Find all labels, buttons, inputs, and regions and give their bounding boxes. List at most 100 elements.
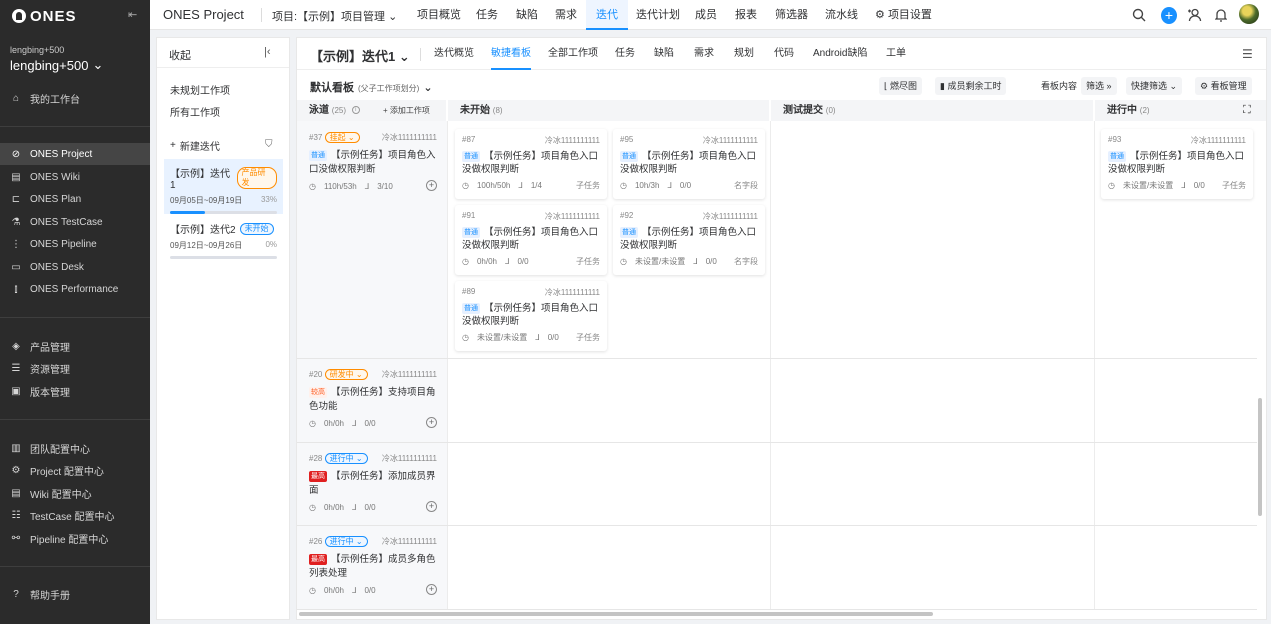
item-title[interactable]: 【示例任务】成员多角色列表处理 <box>309 554 436 579</box>
add-member-icon[interactable] <box>1187 7 1203 23</box>
item-title[interactable]: 【示例任务】项目角色入口没做权限判断 <box>309 150 436 175</box>
sidebar-item-ones-desk[interactable]: ▭ ONES Desk <box>0 256 150 278</box>
sidebar-item-team-config[interactable]: ▥ 团队配置中心 <box>0 437 150 459</box>
board-selector[interactable]: 默认看板 (父子工作项划分) ⌄ <box>310 79 433 95</box>
info-icon[interactable]: i <box>351 106 360 115</box>
unplanned-items-link[interactable]: 未规划工作项 <box>170 82 230 97</box>
tab-requirement[interactable]: 需求 <box>555 0 577 30</box>
gear-icon: ⚙ <box>1200 81 1209 91</box>
work-item-card[interactable]: #95 冷冰1111111111 普通 【示例任务】项目角色入口没做权限判断 ◷ 10… <box>613 129 765 199</box>
sidebar-item-pipeline-config[interactable]: ⚯ Pipeline 配置中心 <box>0 527 150 549</box>
tab-task[interactable]: 任务 <box>476 0 498 30</box>
member-remaining-hours-button[interactable]: ▮ 成员剩余工时 <box>935 77 1007 95</box>
work-item-card[interactable]: #89 冷冰1111111111 普通 【示例任务】项目角色入口没做权限判断 ◷ 未设… <box>455 281 607 351</box>
work-item-card[interactable]: #87 冷冰1111111111 普通 【示例任务】项目角色入口没做权限判断 ◷ 10… <box>455 129 607 199</box>
tab-pipeline[interactable]: 流水线 <box>825 0 858 30</box>
home-icon: ⌂ <box>12 92 20 104</box>
add-subtask-icon[interactable]: + <box>426 417 437 428</box>
tab-project-settings[interactable]: ⚙ 项目设置 <box>875 0 932 30</box>
sidebar-item-version-manage[interactable]: ▣ 版本管理 <box>0 380 150 402</box>
tab-iteration-overview[interactable]: 迭代概览 <box>434 38 474 70</box>
tab-defect[interactable]: 缺陷 <box>516 0 538 30</box>
tab-overview[interactable]: 项目概览 <box>417 0 461 30</box>
search-icon[interactable] <box>1131 7 1147 23</box>
sidebar-item-ones-testcase[interactable]: ⚗ ONES TestCase <box>0 211 150 233</box>
sidebar-item-ones-plan[interactable]: ⊏ ONES Plan <box>0 188 150 210</box>
iteration-card[interactable]: 【示例】迭代1 产品研发 09月05日~09月19日 33% <box>164 159 283 214</box>
bell-icon[interactable] <box>1213 7 1229 23</box>
ones-logo[interactable]: ONES <box>12 6 77 26</box>
tab-defects[interactable]: 缺陷 <box>654 38 674 70</box>
fullscreen-icon[interactable]: ⛶ <box>1243 104 1251 117</box>
filter-icon[interactable]: ⛉ <box>265 139 273 150</box>
sidebar-item-ones-pipeline[interactable]: ⋮ ONES Pipeline <box>0 233 150 255</box>
add-subtask-icon[interactable]: + <box>426 180 437 191</box>
create-button[interactable]: + <box>1161 6 1177 24</box>
list-view-icon[interactable]: ☰ <box>1242 47 1253 61</box>
tab-tasks[interactable]: 任务 <box>615 38 635 70</box>
swimlane-parent-item[interactable]: #26 进行中 ⌄ 冷冰1111111111 最高 【示例任务】成员多角色列表处理… <box>309 535 437 595</box>
sidebar-item-label: ONES Plan <box>30 193 82 205</box>
add-subtask-icon[interactable]: + <box>426 501 437 512</box>
swimlane-parent-item[interactable]: #20 研发中 ⌄ 冷冰1111111111 较高 【示例任务】支持项目角色功能 … <box>309 368 437 428</box>
item-title[interactable]: 【示例任务】添加成员界面 <box>309 471 436 496</box>
iteration-card[interactable]: 【示例】迭代2 未开始 09月12日~09月26日 0% <box>164 215 283 270</box>
assignee: 冷冰1111111111 <box>381 370 437 379</box>
work-item-card[interactable]: #91 冷冰1111111111 普通 【示例任务】项目角色入口没做权限判断 ◷ 0h… <box>455 205 607 275</box>
tab-tickets[interactable]: 工单 <box>886 38 906 70</box>
tab-all-items[interactable]: 全部工作项 <box>548 38 598 70</box>
work-item-card[interactable]: #92 冷冰1111111111 普通 【示例任务】项目角色入口没做权限判断 ◷ 未设… <box>613 205 765 275</box>
burndown-button[interactable]: ⌊ 燃尽图 <box>879 77 923 95</box>
vertical-scrollbar[interactable] <box>1258 398 1262 516</box>
sidebar-item-ones-performance[interactable]: ⫾ ONES Performance <box>0 278 150 300</box>
sidebar-item-ones-wiki[interactable]: ▤ ONES Wiki <box>0 166 150 188</box>
iteration-selector[interactable]: 【示例】迭代1 ⌄ <box>310 46 410 65</box>
sidebar-item-workbench[interactable]: ⌂ 我的工作台 <box>0 87 150 109</box>
column-name: 进行中 <box>1107 105 1137 116</box>
swimlane-parent-item[interactable]: #28 进行中 ⌄ 冷冰1111111111 最高 【示例任务】添加成员界面 ◷ 0… <box>309 452 437 512</box>
sidebar-item-project-config[interactable]: ⚙ Project 配置中心 <box>0 459 150 481</box>
sidebar-item-help[interactable]: ? 帮助手册 <box>0 583 150 605</box>
sidebar-item-testcase-config[interactable]: ☷ TestCase 配置中心 <box>0 504 150 526</box>
add-work-item-button[interactable]: + 添加工作项 <box>383 100 430 121</box>
sidebar-item-ones-project[interactable]: ⊘ ONES Project <box>0 143 150 165</box>
tab-agile-board[interactable]: 敏捷看板 <box>491 38 531 70</box>
all-items-link[interactable]: 所有工作项 <box>170 104 220 119</box>
tab-reports[interactable]: 报表 <box>735 0 757 30</box>
quick-filter-button[interactable]: 快捷筛选 ⌄ <box>1126 77 1183 95</box>
tab-planning[interactable]: 规划 <box>734 38 754 70</box>
tab-iteration-plan[interactable]: 迭代计划 <box>636 0 680 30</box>
work-item-card[interactable]: #93 冷冰1111111111 普通 【示例任务】项目角色入口没做权限判断 ◷ 未设… <box>1101 129 1253 199</box>
status-badge[interactable]: 进行中 ⌄ <box>324 535 368 547</box>
add-subtask-icon[interactable]: + <box>426 584 437 595</box>
sidebar-item-wiki-config[interactable]: ▤ Wiki 配置中心 <box>0 482 150 504</box>
swimlane-parent-item[interactable]: #37 挂起 ⌄ 冷冰1111111111 普通 【示例任务】项目角色入口没做权限… <box>309 131 437 191</box>
sidebar-item-product-manage[interactable]: ◈ 产品管理 <box>0 335 150 357</box>
tab-iteration[interactable]: 迭代 <box>586 0 628 30</box>
tab-members[interactable]: 成员 <box>695 0 717 30</box>
collapse-sidebar-icon[interactable]: ⇤ <box>128 8 137 21</box>
remaining-label: 成员剩余工时 <box>947 81 1002 91</box>
clock-icon: ◷ <box>620 257 627 266</box>
work-hours: 未设置/未设置 <box>476 333 528 342</box>
avatar[interactable] <box>1239 4 1259 24</box>
filter-button[interactable]: 筛选 » <box>1081 77 1117 95</box>
collapse-panel-icon[interactable]: |‹ <box>264 46 271 58</box>
iteration-percent: 0% <box>265 240 277 249</box>
board-manage-button[interactable]: ⚙ 看板管理 <box>1195 77 1252 95</box>
tab-code[interactable]: 代码 <box>774 38 794 70</box>
tab-android-defects[interactable]: Android缺陷 <box>813 38 867 70</box>
horizontal-scrollbar[interactable] <box>299 612 933 616</box>
item-title[interactable]: 【示例任务】支持项目角色功能 <box>309 387 436 412</box>
tab-filters[interactable]: 筛选器 <box>775 0 808 30</box>
status-badge[interactable]: 研发中 ⌄ <box>324 368 368 380</box>
collapse-label[interactable]: 收起 <box>169 47 191 63</box>
new-iteration-button[interactable]: + 新建迭代 <box>170 138 220 153</box>
user-switcher[interactable]: lengbing+500 ⌄ <box>10 57 103 73</box>
status-badge[interactable]: 挂起 ⌄ <box>324 131 360 143</box>
tab-requirements[interactable]: 需求 <box>694 38 714 70</box>
status-badge[interactable]: 进行中 ⌄ <box>324 452 368 464</box>
project-selector[interactable]: 项目:【示例】项目管理 ⌄ <box>272 8 397 24</box>
sidebar-item-label: Project 配置中心 <box>30 466 104 478</box>
sidebar-item-resource-manage[interactable]: ☰ 资源管理 <box>0 357 150 379</box>
